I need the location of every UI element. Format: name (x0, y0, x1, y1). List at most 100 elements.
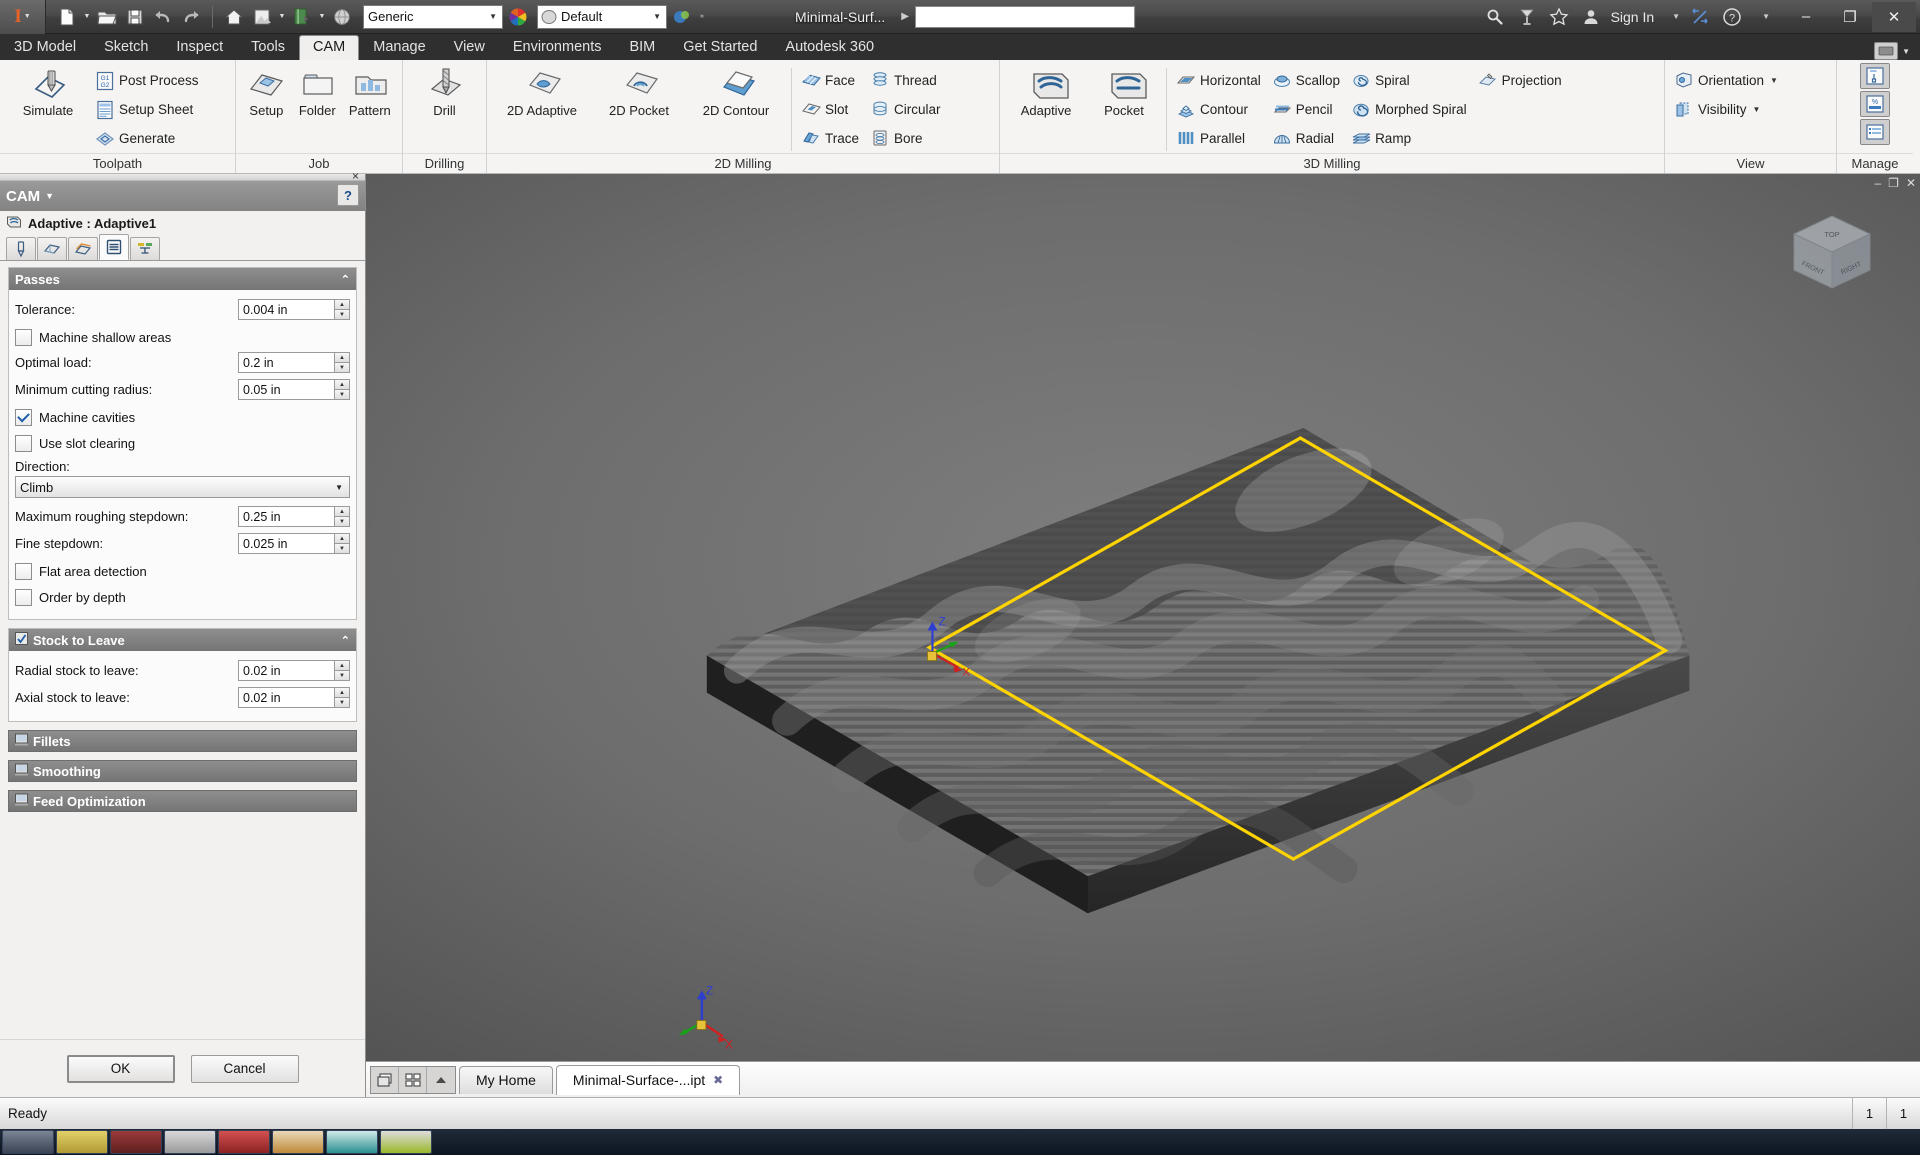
cancel-button[interactable]: Cancel (190, 1054, 299, 1083)
tab-environments[interactable]: Environments (499, 35, 616, 60)
list-icon[interactable] (1860, 119, 1890, 145)
thread-button[interactable]: Thread (867, 66, 947, 94)
folder-button[interactable]: Folder (293, 64, 342, 121)
appearance-icon[interactable] (249, 4, 275, 30)
horizontal-button[interactable]: Horizontal (1173, 66, 1267, 94)
maximum-roughing-stepdown-input[interactable] (238, 506, 334, 527)
spin-up-icon[interactable]: ▲ (334, 533, 350, 543)
morphed-spiral-button[interactable]: Morphed Spiral (1348, 95, 1473, 123)
help-icon[interactable]: ? (1720, 5, 1744, 29)
bore-button[interactable]: Bore (867, 124, 947, 152)
close-icon[interactable]: ✖ (713, 1073, 723, 1087)
panel-help-button[interactable]: ? (337, 184, 359, 206)
tab-sketch[interactable]: Sketch (90, 35, 162, 60)
visibility-dropdown-icon[interactable]: ▼ (1753, 105, 1761, 114)
search-input[interactable] (914, 5, 1135, 28)
spin-up-icon[interactable]: ▲ (334, 352, 350, 362)
setup-button[interactable]: Setup (242, 64, 291, 121)
machine-cavities-checkbox[interactable] (15, 408, 32, 426)
title-expand-icon[interactable]: ▶ (901, 11, 909, 22)
new-file-icon[interactable] (54, 4, 80, 30)
appearance-dropdown-icon[interactable]: ▼ (277, 13, 287, 20)
post-process-button[interactable]: G1 G2 Post Process (92, 66, 205, 94)
ramp-button[interactable]: Ramp (1348, 124, 1473, 152)
maximum-roughing-stepdown-stepper[interactable]: ▲▼ (238, 506, 350, 527)
viewport-close-button[interactable]: ✕ (1906, 176, 1916, 190)
circular-button[interactable]: Circular (867, 95, 947, 123)
drill-button[interactable]: Drill (416, 64, 474, 121)
sign-in-dropdown-icon[interactable]: ▼ (1672, 12, 1680, 21)
close-button[interactable]: ✕ (1872, 1, 1916, 32)
tool-tab[interactable] (6, 237, 36, 260)
setup-sheet-button[interactable]: Setup Sheet (92, 95, 205, 123)
generate-button[interactable]: Generate (92, 124, 205, 152)
machine-shallow-areas-checkbox[interactable] (15, 328, 32, 346)
face-button[interactable]: Face (798, 66, 865, 94)
maximize-button[interactable]: ❐ (1828, 2, 1872, 32)
axial-stock-to-leave-stepper[interactable]: ▲▼ (238, 687, 350, 708)
material-combo[interactable]: Generic ▼ (363, 4, 503, 29)
qat-more-icon[interactable]: » (697, 13, 707, 20)
pocket-button[interactable]: Pocket (1088, 64, 1160, 121)
search-icon[interactable] (1483, 5, 1507, 29)
section-header-smoothing[interactable]: Smoothing (8, 760, 357, 782)
linking-tab[interactable] (130, 237, 160, 260)
autodesk-360-icon[interactable] (1515, 5, 1539, 29)
viewport-maximize-button[interactable]: ❐ (1888, 176, 1899, 190)
heights-tab[interactable] (68, 237, 98, 260)
new-file-dropdown-icon[interactable]: ▼ (82, 13, 92, 20)
fine-stepdown-input[interactable] (238, 533, 334, 554)
spin-up-icon[interactable]: ▲ (334, 506, 350, 516)
spin-down-icon[interactable]: ▼ (334, 697, 350, 708)
projection-button[interactable]: Projection (1475, 66, 1568, 94)
pencil-button[interactable]: Pencil (1269, 95, 1346, 123)
spin-down-icon[interactable]: ▼ (334, 543, 350, 554)
pattern-button[interactable]: Pattern (344, 64, 396, 121)
direction-select[interactable]: Climb ▼ (15, 476, 350, 498)
spin-down-icon[interactable]: ▼ (334, 309, 350, 320)
tab-view[interactable]: View (440, 35, 499, 60)
3d-viewport[interactable]: – ❐ ✕ TOP FRONT RIGHT Z X Z X My Home Mi… (366, 174, 1920, 1097)
use-slot-clearing-checkbox[interactable] (15, 434, 32, 452)
scroll-up-icon[interactable] (427, 1067, 455, 1093)
material-dropdown-icon[interactable]: ▼ (317, 13, 327, 20)
taskbar-item-1[interactable] (2, 1130, 54, 1154)
spin-up-icon[interactable]: ▲ (334, 379, 350, 389)
fine-stepdown-stepper[interactable]: ▲▼ (238, 533, 350, 554)
ribbon-display-icon[interactable] (1874, 42, 1899, 60)
spin-down-icon[interactable]: ▼ (334, 670, 350, 681)
view-cube[interactable]: TOP FRONT RIGHT (1786, 208, 1878, 305)
doc-tab-my-home[interactable]: My Home (459, 1065, 553, 1094)
passes-tab[interactable] (99, 234, 129, 260)
radial-button[interactable]: Radial (1269, 124, 1346, 152)
machine-percent-icon[interactable]: % (1860, 91, 1890, 117)
scallop-button[interactable]: Scallop (1269, 66, 1346, 94)
redo-icon[interactable] (178, 4, 204, 30)
section-header-fillets[interactable]: Fillets (8, 730, 357, 752)
tab-autodesk-360[interactable]: Autodesk 360 (771, 35, 888, 60)
taskbar-item-2[interactable] (56, 1130, 108, 1154)
taskbar-item-7[interactable] (326, 1130, 378, 1154)
ribbon-display-dropdown-icon[interactable]: ▼ (1902, 47, 1910, 56)
tool-library-icon[interactable] (1860, 63, 1890, 89)
taskbar-item-6[interactable] (272, 1130, 324, 1154)
save-icon[interactable] (122, 4, 148, 30)
appearance-combo[interactable]: Default ▼ (537, 4, 667, 29)
tab-bim[interactable]: BIM (615, 35, 669, 60)
tab-manage[interactable]: Manage (359, 35, 439, 60)
grid-windows-icon[interactable] (399, 1066, 427, 1093)
spin-down-icon[interactable]: ▼ (334, 389, 350, 400)
optimal-load-stepper[interactable]: ▲▼ (238, 352, 350, 373)
tile-windows-icon[interactable] (371, 1066, 399, 1093)
visibility-button[interactable]: Visibility ▼ (1671, 95, 1784, 123)
taskbar-item-4[interactable] (164, 1130, 216, 1154)
section-header-stock-to-leave[interactable]: Stock to Leave ⌃ (9, 629, 356, 651)
tab-cam[interactable]: CAM (299, 35, 360, 60)
tab-inspect[interactable]: Inspect (162, 35, 237, 60)
2d-contour-button[interactable]: 2D Contour (687, 64, 785, 121)
2d-adaptive-button[interactable]: 2D Adaptive (493, 64, 591, 121)
simulate-button[interactable]: Simulate (6, 64, 90, 121)
minimum-cutting-radius-stepper[interactable]: ▲▼ (238, 379, 350, 400)
spin-down-icon[interactable]: ▼ (334, 516, 350, 527)
parallel-button[interactable]: Parallel (1173, 124, 1267, 152)
